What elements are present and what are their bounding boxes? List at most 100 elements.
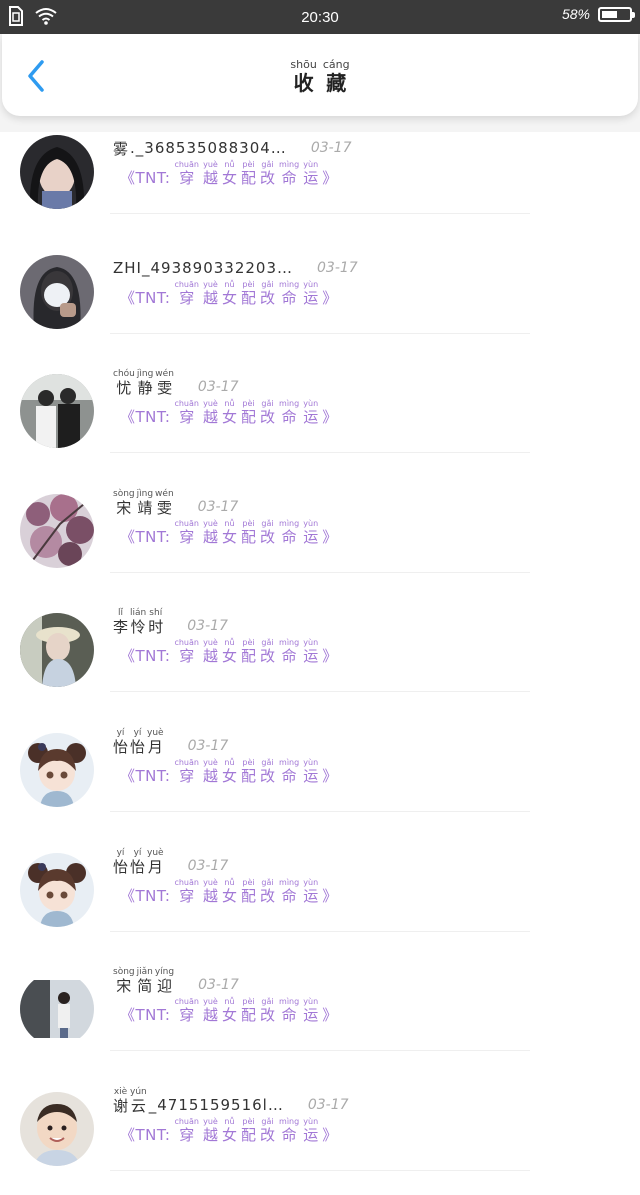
book-title-char: chuān 穿 <box>174 399 199 427</box>
book-title-char: pèi 配 <box>241 518 257 546</box>
book-title-char: nǚ 女 <box>221 279 237 307</box>
book-title-char: pèi 配 <box>241 877 257 905</box>
divider <box>110 811 530 812</box>
user-name: sòng 宋 jìng 靖 wén 雯 03-17 <box>113 477 238 517</box>
battery-percent: 58% <box>561 6 590 22</box>
avatar[interactable] <box>20 135 94 209</box>
list-item[interactable]: lǐ 李 lián 怜 shí 时 03-17 《TNT: chuān 穿 yuè 越 nǚ 女 pèi 配 g… <box>0 596 640 716</box>
name-char: yuè 月 <box>147 847 164 876</box>
avatar[interactable] <box>20 254 94 329</box>
date-label: 03-17 <box>197 498 239 515</box>
date-label: 03-17 <box>310 140 352 156</box>
book-title-suffix: 》 <box>322 288 338 307</box>
book-title-char: yuè 越 <box>202 758 218 785</box>
name-char: sòng 宋 <box>113 488 135 517</box>
book-title-char: chuān 穿 <box>174 638 199 666</box>
list-item[interactable]: xiè 谢 yún 云 _4715159516l… 03-17 《TNT: chuān 穿 yuè… <box>0 1075 640 1195</box>
book-title-char: mìng 命 <box>279 279 300 307</box>
divider <box>110 1050 530 1052</box>
book-title-link[interactable]: 《TNT: chuān 穿 yuè 越 nǚ 女 pèi 配 gǎi 改 mìng 命 yùn 运》 <box>120 399 338 426</box>
name-char: yí 怡 <box>130 847 146 876</box>
avatar[interactable] <box>20 613 94 688</box>
book-title-link[interactable]: 《TNT: chuān 穿 yuè 越 nǚ 女 pèi 配 gǎi 改 mìng 命 yùn 运》 <box>120 997 338 1024</box>
date-label: 03-17 <box>307 1096 349 1113</box>
book-title-suffix: 》 <box>322 169 338 187</box>
book-title-char: chuān 穿 <box>174 160 199 187</box>
name-char: yí 怡 <box>113 728 129 756</box>
book-title-char: nǚ 女 <box>221 877 237 905</box>
book-title-prefix: 《TNT: <box>120 886 171 905</box>
book-title-link[interactable]: 《TNT: chuān 穿 yuè 越 nǚ 女 pèi 配 gǎi 改 mìng 命 yùn 运》 <box>120 1117 338 1144</box>
book-title-char: yùn 运 <box>303 279 319 307</box>
avatar[interactable] <box>20 493 94 568</box>
book-title-link[interactable]: 《TNT: chuān 穿 yuè 越 nǚ 女 pèi 配 gǎi 改 mìng 命 yùn 运》 <box>120 638 338 665</box>
divider <box>110 332 530 334</box>
avatar[interactable] <box>20 972 94 1047</box>
divider <box>110 930 530 932</box>
book-title-char: gǎi 改 <box>260 1116 276 1144</box>
book-title-prefix: 《TNT: <box>120 408 171 427</box>
book-title-link[interactable]: 《TNT: chuān 穿 yuè 越 nǚ 女 pèi 配 gǎi 改 mìng 命 yùn 运》 <box>120 878 338 905</box>
book-title-link[interactable]: 《TNT: chuān 穿 yuè 越 nǚ 女 pèi 配 gǎi 改 mìng 命 yùn 运》 <box>120 758 338 785</box>
book-title-prefix: 《TNT: <box>120 169 171 187</box>
list-item[interactable]: sòng 宋 jiǎn 简 yíng 迎 03-17 《TNT: chuān 穿 yuè 越 nǚ 女 pè… <box>0 955 640 1075</box>
book-title-char: yùn 运 <box>303 160 319 187</box>
book-title-char: gǎi 改 <box>260 160 276 187</box>
user-name: xiè 谢 yún 云 _4715159516l… 03-17 <box>113 1075 349 1115</box>
book-title-link[interactable]: 《TNT: chuān 穿 yuè 越 nǚ 女 pèi 配 gǎi 改 mìng 命 yùn 运》 <box>120 160 338 187</box>
book-title-suffix: 》 <box>322 1125 338 1144</box>
divider <box>110 452 530 454</box>
list-item[interactable]: ZHI_493890332203… 03-17 《TNT: chuān 穿 yuè 越 nǚ 女… <box>0 238 640 358</box>
book-title-char: gǎi 改 <box>260 638 276 666</box>
book-title-link[interactable]: 《TNT: chuān 穿 yuè 越 nǚ 女 pèi 配 gǎi 改 mìng 命 yùn 运》 <box>120 519 338 546</box>
book-title-char: nǚ 女 <box>221 399 237 427</box>
book-title-char: mìng 命 <box>279 638 300 666</box>
name-char: yún 云 <box>130 1086 147 1115</box>
avatar[interactable] <box>20 733 94 807</box>
user-name-text: ._368535088304… <box>130 139 287 157</box>
book-title-char: yùn 运 <box>303 399 319 427</box>
list-item[interactable]: sòng 宋 jìng 靖 wén 雯 03-17 《TNT: chuān 穿 yuè 越 nǚ 女 pèi… <box>0 477 640 597</box>
status-bar: 20:30 58% <box>0 0 640 34</box>
list-item[interactable]: 雾 ._368535088304… 03-17 《TNT: chuān 穿 yuè 越 nǚ 女 p… <box>0 118 640 238</box>
book-title-char: yuè 越 <box>202 279 218 307</box>
book-title-suffix: 》 <box>322 886 338 905</box>
name-char: yí 怡 <box>130 728 146 756</box>
book-title-char: chuān 穿 <box>174 518 199 546</box>
user-name: lǐ 李 lián 怜 shí 时 03-17 <box>113 596 228 636</box>
name-char: chóu 忧 <box>113 369 135 398</box>
book-title-char: yuè 越 <box>202 997 218 1025</box>
book-title-char: mìng 命 <box>279 518 300 546</box>
avatar[interactable] <box>20 374 94 449</box>
book-title-char: yùn 运 <box>303 1116 319 1144</box>
book-title-char: yuè 越 <box>202 518 218 546</box>
name-char: sòng 宋 <box>113 967 135 996</box>
title-char: cáng 藏 <box>322 58 350 95</box>
book-title-char: yuè 越 <box>202 399 218 427</box>
status-time: 20:30 <box>301 9 339 26</box>
avatar[interactable] <box>20 852 94 927</box>
page-title: shōu 收 cáng 藏 <box>2 58 638 95</box>
divider <box>110 1169 530 1171</box>
book-title-prefix: 《TNT: <box>120 767 171 785</box>
date-label: 03-17 <box>317 259 358 276</box>
book-title-char: chuān 穿 <box>174 279 199 307</box>
name-char: shí 时 <box>148 608 164 637</box>
book-title-char: nǚ 女 <box>221 1116 237 1144</box>
list-item[interactable]: chóu 忧 jìng 静 wén 雯 03-17 《TNT: chuān 穿 yuè 越 nǚ 女 pèi… <box>0 357 640 477</box>
book-title-char: mìng 命 <box>279 997 300 1025</box>
name-char: yí 怡 <box>113 847 129 876</box>
book-title-suffix: 》 <box>322 1006 338 1025</box>
book-title-char: mìng 命 <box>279 877 300 905</box>
title-char: shōu 收 <box>290 58 317 95</box>
book-title-char: nǚ 女 <box>221 997 237 1025</box>
list-item[interactable]: yí 怡 yí 怡 yuè 月 03-17 《TNT: chuān 穿 yuè 越 nǚ 女 pèi 配 gǎi… <box>0 836 640 956</box>
book-title-char: chuān 穿 <box>174 758 199 785</box>
list-item[interactable]: yí 怡 yí 怡 yuè 月 03-17 《TNT: chuān 穿 yuè 越 nǚ 女 pèi 配 gǎi… <box>0 716 640 836</box>
name-char: lǐ 李 <box>113 608 129 637</box>
book-title-char: nǚ 女 <box>221 518 237 546</box>
book-title-char: gǎi 改 <box>260 279 276 307</box>
book-title-link[interactable]: 《TNT: chuān 穿 yuè 越 nǚ 女 pèi 配 gǎi 改 mìng 命 yùn 运》 <box>120 280 338 307</box>
name-char: jìng 靖 <box>136 488 154 517</box>
avatar[interactable] <box>20 1091 94 1166</box>
